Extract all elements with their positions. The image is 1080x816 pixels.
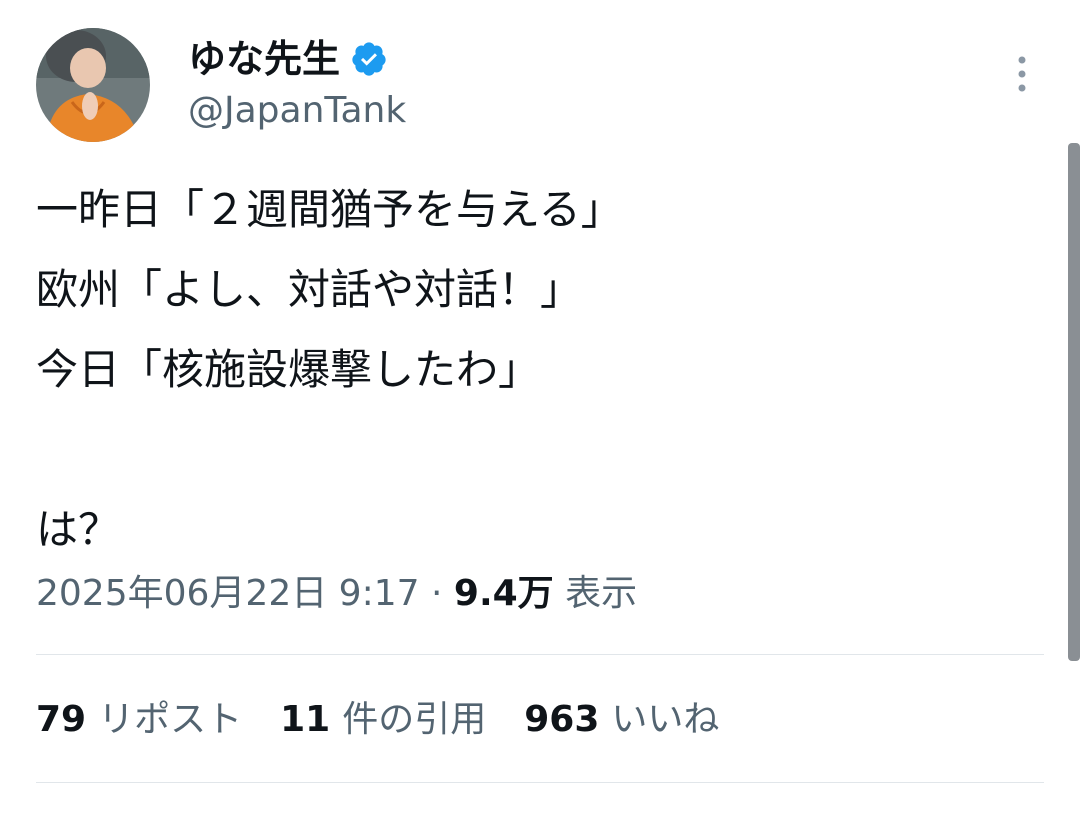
scrollbar[interactable] <box>1068 143 1080 661</box>
reposts-count: 79 <box>36 699 87 740</box>
quotes-count: 11 <box>280 699 331 740</box>
tweet-line: は？ <box>36 505 121 554</box>
timestamp[interactable]: 2025年06月22日 9:17 <box>36 573 420 614</box>
verified-badge-icon[interactable] <box>350 40 388 78</box>
avatar[interactable] <box>36 28 150 142</box>
likes-count: 963 <box>524 699 600 740</box>
tweet-card: ゆな先生 @JapanTank 一昨日「２週間猶予を与える」 欧州「よし、対話や… <box>0 0 1080 816</box>
tweet-text: 一昨日「２週間猶予を与える」 欧州「よし、対話や対話！」 今日「核施設爆撃したわ… <box>36 170 1016 570</box>
meta-separator: · <box>430 573 443 614</box>
tweet-line: 一昨日「２週間猶予を与える」 <box>36 185 623 234</box>
views-label: 表示 <box>565 573 638 614</box>
display-name-row[interactable]: ゆな先生 <box>188 34 388 84</box>
user-handle[interactable]: @JapanTank <box>188 88 406 134</box>
quotes-stat[interactable]: 11 件の引用 <box>280 694 486 746</box>
reposts-stat[interactable]: 79 リポスト <box>36 694 242 746</box>
display-name[interactable]: ゆな先生 <box>188 34 340 84</box>
tweet-line: 欧州「よし、対話や対話！」 <box>36 265 583 314</box>
likes-stat[interactable]: 963 いいね <box>524 694 719 746</box>
engagement-stats: 79 リポスト 11 件の引用 963 いいね <box>36 694 757 746</box>
tweet-meta: 2025年06月22日 9:17 · 9.4万 表示 <box>36 568 637 620</box>
avatar-image <box>36 28 150 142</box>
quotes-label: 件の引用 <box>342 699 487 740</box>
divider <box>36 654 1044 655</box>
views-count: 9.4万 <box>453 573 554 614</box>
more-vertical-icon[interactable] <box>1006 52 1038 96</box>
tweet-line: 今日「核施設爆撃したわ」 <box>36 345 541 394</box>
divider <box>36 782 1044 783</box>
reposts-label: リポスト <box>98 699 243 740</box>
likes-label: いいね <box>611 699 720 740</box>
